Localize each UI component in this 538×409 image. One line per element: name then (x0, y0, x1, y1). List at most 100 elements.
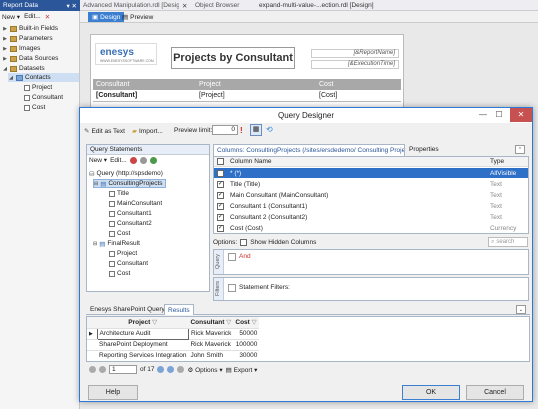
search-input[interactable]: ⌕ search (488, 237, 528, 247)
delete-icon[interactable] (129, 156, 137, 164)
settings-icon[interactable] (139, 156, 147, 164)
column-checkbox[interactable]: ✓ (217, 202, 224, 210)
minimize-button[interactable]: — (476, 108, 490, 122)
table-row[interactable]: ▶ Architecture Audit Rick Maverick 50000 (87, 327, 260, 340)
tree-result-cost[interactable]: Cost (109, 269, 130, 278)
report-name-param[interactable]: [&ReportName] (311, 49, 399, 58)
tree-item-field-cost[interactable]: Cost (24, 103, 45, 112)
tree-item-contacts[interactable]: ◢ Contacts (8, 73, 79, 82)
collapse-panel-icon[interactable]: ⌃ (515, 145, 525, 154)
filter-icon[interactable]: ▽ (252, 319, 257, 326)
column-row-allvisible[interactable]: * (*) AllVisible (214, 168, 528, 178)
expand-arrow-icon[interactable]: ▶ (2, 56, 8, 62)
tree-item-parameters[interactable]: ▶ Parameters (2, 34, 53, 43)
add-icon[interactable] (149, 156, 157, 164)
tree-item-field-project[interactable]: Project (24, 83, 52, 92)
execution-time-param[interactable]: [&ExecutionTime] (311, 60, 399, 69)
table-row[interactable]: SharePoint Deployment Rick Maverick 1000… (87, 339, 260, 351)
ok-button[interactable]: OK (402, 385, 460, 400)
tree-item-field-consultant[interactable]: Consultant (24, 93, 63, 102)
tree-result-project[interactable]: Project (109, 249, 137, 258)
column-checkbox[interactable]: ✓ (217, 191, 224, 199)
expand-arrow-icon[interactable]: ▶ (2, 46, 8, 52)
row-selector-icon[interactable]: ▶ (87, 328, 97, 340)
tree-field-main-consultant[interactable]: MainConsultant (109, 199, 162, 208)
refresh-icon[interactable]: ⟲ (266, 125, 273, 134)
collapse-results-icon[interactable]: ⌄ (516, 305, 526, 314)
collapse-icon[interactable]: ⊟ (93, 241, 97, 247)
header-project[interactable]: Project (199, 81, 221, 88)
cell-consultant[interactable]: [Consultant] (96, 92, 137, 99)
first-page-icon[interactable] (89, 366, 96, 373)
help-button[interactable]: Help (88, 385, 138, 400)
results-header-project[interactable]: Project ▽ (97, 317, 189, 329)
expand-arrow-icon[interactable]: ▶ (2, 36, 8, 42)
tree-field-consultant2[interactable]: Consultant2 (109, 219, 152, 228)
close-button[interactable]: ✕ (510, 108, 532, 122)
tab-close-icon[interactable]: ✕ (179, 0, 190, 11)
and-toggle[interactable] (228, 253, 236, 261)
options-dropdown[interactable]: ⚙ Options ▾ (187, 366, 222, 374)
refresh-icon[interactable] (177, 366, 185, 373)
run-query-icon[interactable]: ! (240, 126, 243, 135)
tree-item-built-in-fields[interactable]: ▶ Built-in Fields (2, 24, 58, 33)
column-checkbox[interactable]: ✓ (217, 213, 224, 221)
column-row-main-consultant[interactable]: ✓ Main Consultant (MainConsultant) Text (214, 190, 528, 200)
header-consultant[interactable]: Consultant (96, 81, 129, 88)
last-page-icon[interactable] (167, 366, 175, 373)
show-hidden-columns-checkbox[interactable] (240, 239, 248, 246)
tab-properties[interactable]: Properties (409, 146, 439, 153)
cancel-button[interactable]: Cancel (466, 385, 524, 400)
maximize-button[interactable]: ☐ (492, 108, 506, 122)
prev-page-icon[interactable] (99, 366, 106, 373)
tree-field-cost[interactable]: Cost (109, 229, 130, 238)
column-row-title[interactable]: ✓ Title (Title) Text (214, 179, 528, 189)
tree-field-title[interactable]: Title (109, 189, 129, 198)
query-grid-icon[interactable]: ▦ (250, 124, 262, 136)
expand-arrow-icon[interactable]: ▶ (2, 26, 8, 32)
query-new-button[interactable]: New ▾ (89, 156, 107, 164)
next-page-icon[interactable] (157, 366, 165, 373)
tree-consulting-projects[interactable]: ⊟ ▤ ConsultingProjects (93, 179, 166, 188)
cell-cost[interactable]: [Cost] (319, 92, 337, 99)
tree-field-consultant1[interactable]: Consultant1 (109, 209, 152, 218)
delete-icon[interactable]: ✕ (45, 13, 50, 21)
and-label[interactable]: And (239, 253, 251, 260)
tab-object-browser[interactable]: Object Browser (192, 0, 242, 11)
tab-results[interactable]: Results (164, 304, 194, 315)
tab-columns[interactable]: Columns: ConsultingProjects (/sites/ersd… (213, 144, 405, 156)
import-button[interactable]: ▰ Import... (132, 127, 163, 136)
tree-result-consultant[interactable]: Consultant (109, 259, 148, 268)
tree-item-images[interactable]: ▶ Images (2, 44, 40, 53)
edit-button[interactable]: Edit... (24, 13, 41, 20)
tab-advanced-manipulation[interactable]: Advanced Manipulation.rdl [Design] (80, 0, 179, 11)
header-cost[interactable]: Cost (319, 81, 333, 88)
tree-item-data-sources[interactable]: ▶ Data Sources (2, 54, 58, 63)
page-number-input[interactable]: 1 (109, 365, 137, 374)
query-edit-button[interactable]: Edit... (110, 157, 127, 164)
tree-query-root[interactable]: ⛁ Query (http://spsdemo) (89, 169, 163, 178)
collapse-icon[interactable]: ⊟ (94, 181, 98, 187)
column-checkbox[interactable] (217, 169, 224, 177)
table-row[interactable]: Reporting Services Integration John Smit… (87, 350, 260, 361)
column-checkbox[interactable]: ✓ (217, 180, 224, 188)
collapse-arrow-icon[interactable]: ◢ (2, 66, 8, 72)
tree-item-datasets[interactable]: ◢ Datasets (2, 64, 45, 73)
preview-limit-input[interactable]: 0 (212, 125, 238, 135)
filter-icon[interactable]: ▽ (152, 319, 157, 326)
preview-button[interactable]: ▤ Preview (118, 12, 157, 22)
column-row-cost[interactable]: ✓ Cost (Cost) Currency (214, 223, 528, 233)
export-dropdown[interactable]: ▤ Export ▾ (226, 366, 258, 374)
results-header-cost[interactable]: Cost ▽ (233, 317, 260, 329)
tree-final-result[interactable]: ⊟ ▤ FinalResult (93, 239, 140, 248)
column-row-consultant1[interactable]: ✓ Consultant 1 (Consultant1) Text (214, 201, 528, 211)
select-all-checkbox[interactable] (217, 158, 224, 165)
panel-close-icon[interactable]: ▾ ✕ (66, 2, 77, 10)
tab-enesys-sharepoint-query[interactable]: Enesys SharePoint Query (90, 306, 165, 313)
results-header-consultant[interactable]: Consultant ▽ (188, 317, 234, 329)
column-checkbox[interactable]: ✓ (217, 224, 224, 232)
new-button[interactable]: New ▾ (2, 13, 20, 21)
column-row-consultant2[interactable]: ✓ Consultant 2 (Consultant2) Text (214, 212, 528, 222)
collapse-arrow-icon[interactable]: ◢ (8, 75, 14, 81)
edit-as-text-button[interactable]: ✎ Edit as Text (84, 127, 125, 136)
